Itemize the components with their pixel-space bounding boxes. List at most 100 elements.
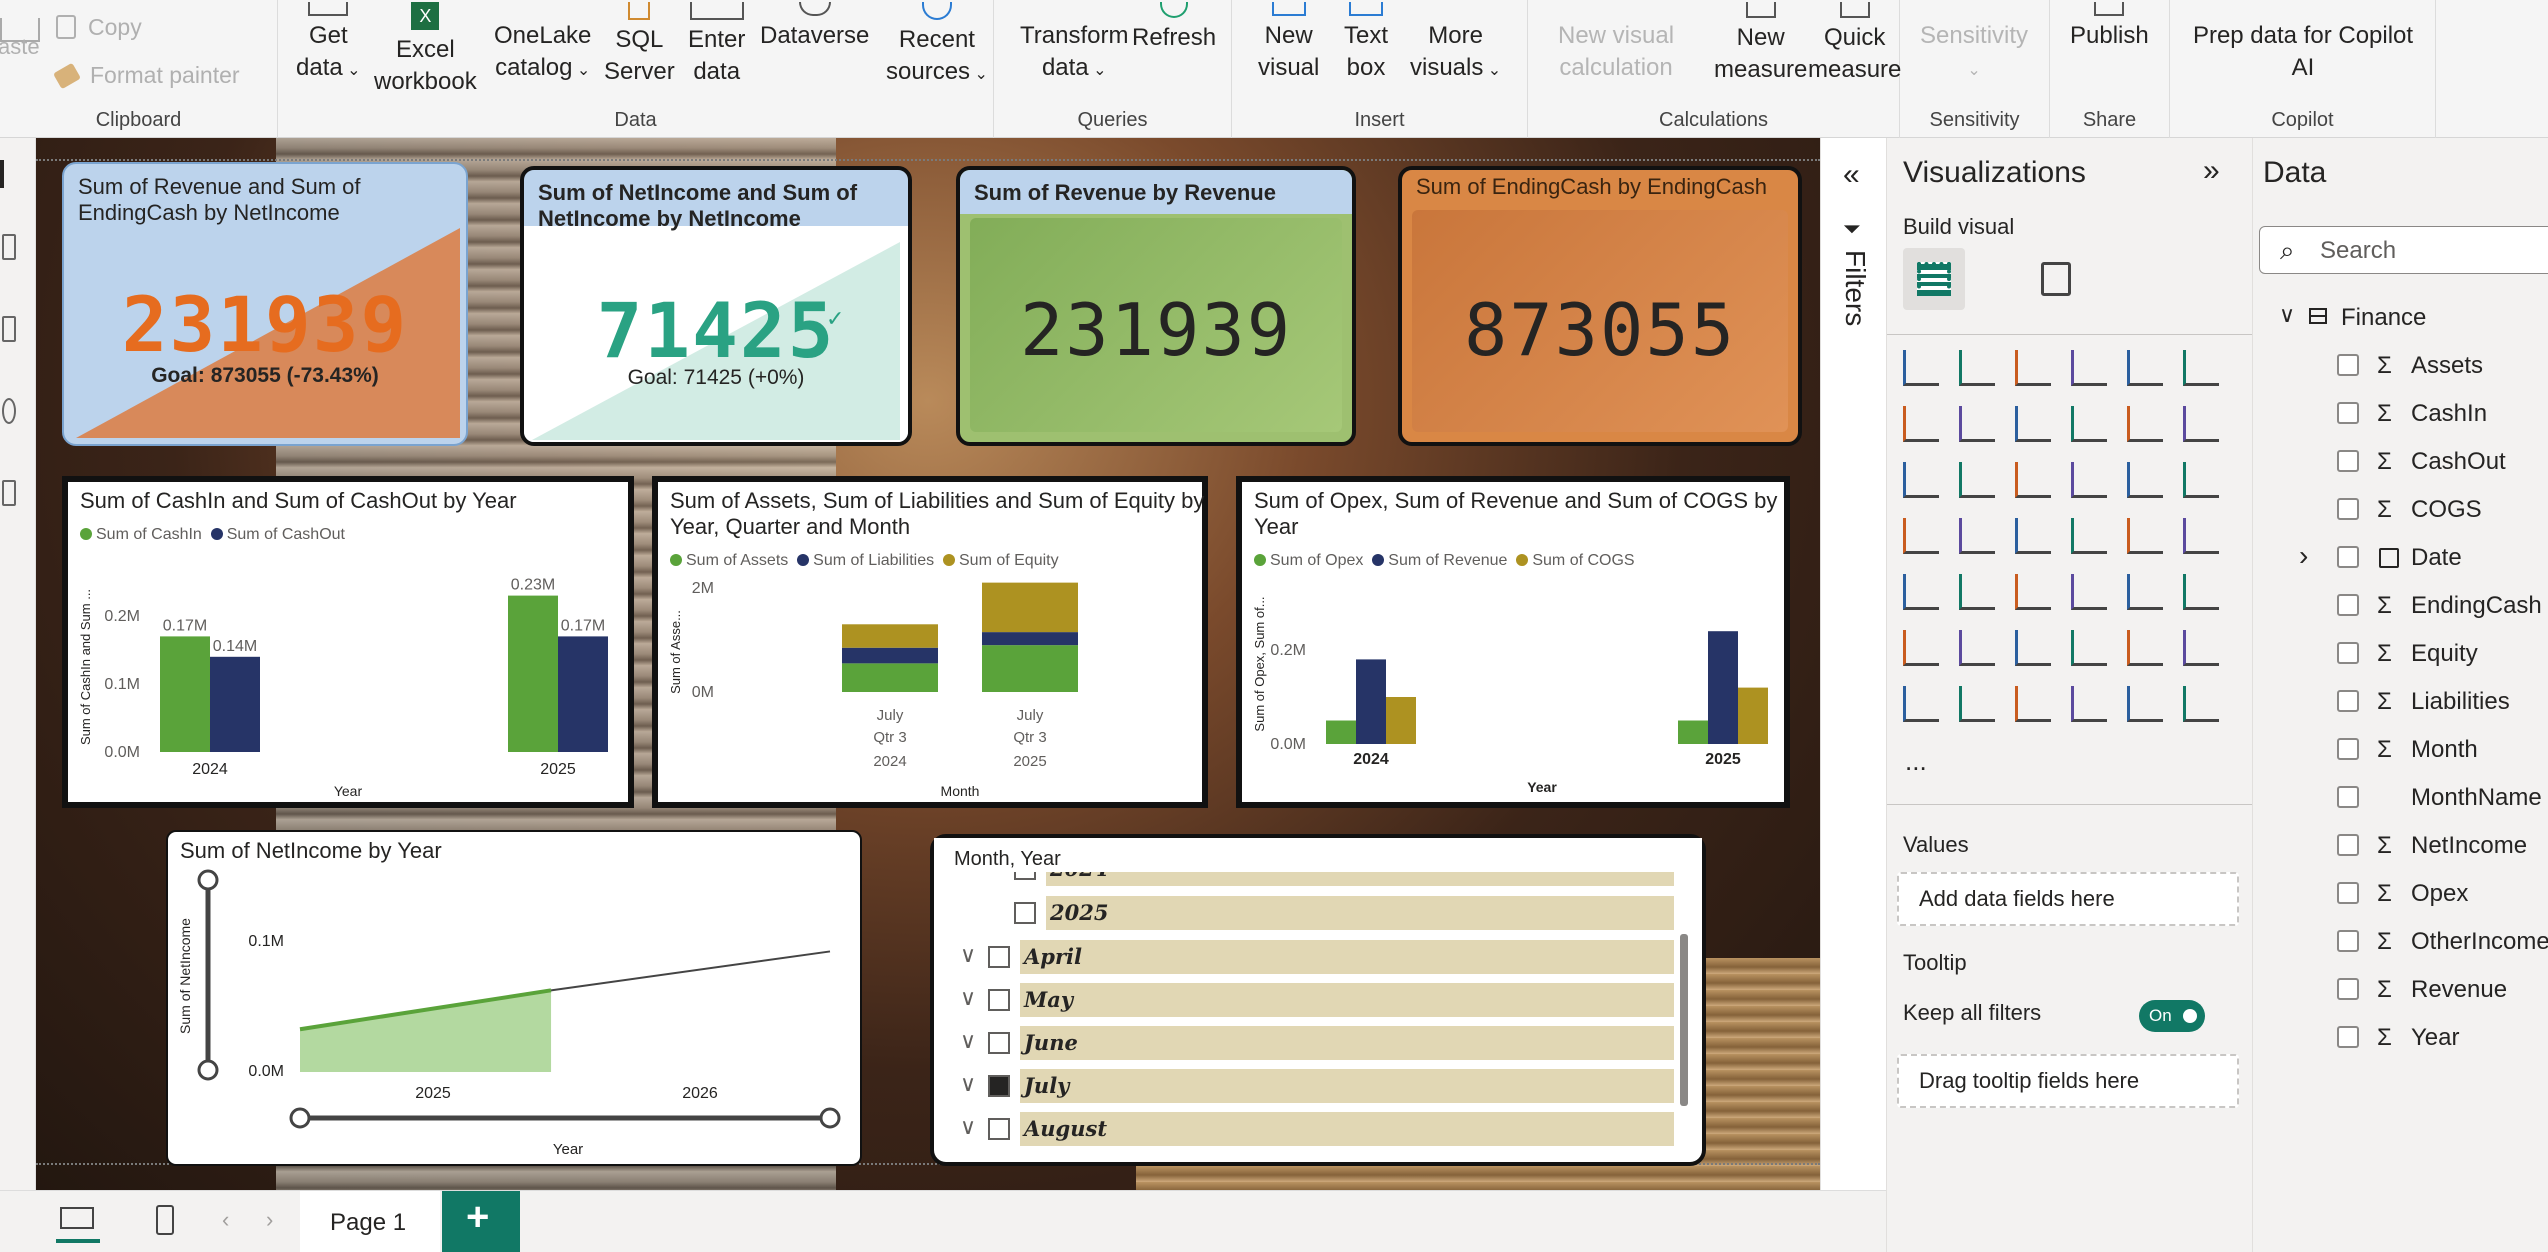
kpi-icon[interactable] [1959, 574, 1995, 610]
field-cogs[interactable]: Σ COGS [2253, 492, 2548, 532]
paginated-report-icon[interactable] [1903, 686, 1939, 722]
line-column-icon[interactable] [2127, 406, 2163, 442]
python-visual-icon[interactable] [1903, 630, 1939, 666]
dataverse-button[interactable]: Dataverse [760, 2, 869, 52]
collapse-left-icon[interactable]: « [1843, 158, 1860, 192]
field-checkbox[interactable] [2337, 498, 2359, 520]
desktop-layout-button[interactable] [56, 1203, 100, 1243]
card-revenue[interactable]: Sum of Revenue by Revenue 231939 [956, 166, 1356, 446]
stacked-column-icon[interactable] [1959, 350, 1995, 386]
checkbox[interactable] [988, 1032, 1010, 1054]
cashin-cashout-chart[interactable]: Sum of CashIn and Sum of CashOut by Year… [62, 476, 634, 808]
publish-button[interactable]: Publish [2070, 2, 2149, 52]
copy-button[interactable]: Copy [56, 14, 142, 41]
sql-server-button[interactable]: SQL Server [604, 2, 675, 88]
narrative-icon[interactable] [2127, 630, 2163, 666]
more-visuals-ellipsis[interactable]: ... [1905, 746, 1927, 777]
field-assets[interactable]: Σ Assets [2253, 348, 2548, 388]
azure-map-icon[interactable] [2071, 518, 2107, 554]
opex-revenue-cogs-chart[interactable]: Sum of Opex, Sum of Revenue and Sum of C… [1236, 476, 1790, 808]
clustered-bar-icon[interactable] [2015, 350, 2051, 386]
chevron-down-icon[interactable]: ∨ [960, 942, 976, 968]
checkbox[interactable] [988, 1118, 1010, 1140]
matrix-icon[interactable] [2127, 574, 2163, 610]
slicer-item-may[interactable]: ∨ May [954, 981, 1674, 1019]
new-visual-calculation-button[interactable]: New visual calculation [1558, 16, 1674, 84]
page-tab-1[interactable]: Page 1 [300, 1191, 440, 1252]
paste-button[interactable]: aste [0, 34, 40, 60]
line-clustered-icon[interactable] [2183, 406, 2219, 442]
tooltip-well[interactable]: Drag tooltip fields here [1897, 1054, 2239, 1108]
field-checkbox[interactable] [2337, 594, 2359, 616]
r-visual-icon[interactable] [2183, 574, 2219, 610]
ribbon-chart-icon[interactable] [1903, 462, 1939, 498]
more-visuals-button[interactable]: More visuals ⌄ [1410, 16, 1501, 87]
field-revenue[interactable]: Σ Revenue [2253, 972, 2548, 1012]
field-checkbox[interactable] [2337, 690, 2359, 712]
pie-chart-icon[interactable] [2127, 462, 2163, 498]
keep-filters-toggle[interactable]: On [2139, 1000, 2205, 1032]
field-year[interactable]: Σ Year [2253, 1020, 2548, 1060]
values-well[interactable]: Add data fields here [1897, 872, 2239, 926]
get-data-button[interactable]: Get data ⌄ [296, 2, 361, 87]
field-checkbox[interactable] [2337, 546, 2359, 568]
filled-map-icon[interactable] [2015, 518, 2051, 554]
build-visual-tab[interactable] [1903, 248, 1965, 310]
100-column-icon[interactable] [2183, 350, 2219, 386]
field-checkbox[interactable] [2337, 354, 2359, 376]
power-automate-icon[interactable] [2015, 686, 2051, 722]
field-checkbox[interactable] [2337, 402, 2359, 424]
chevron-down-icon[interactable]: ∨ [960, 1071, 976, 1097]
onelake-catalog-button[interactable]: OneLake catalog ⌄ [494, 16, 591, 87]
stacked-area-icon[interactable] [2015, 406, 2051, 442]
field-netincome[interactable]: Σ NetIncome [2253, 828, 2548, 868]
checkbox[interactable] [988, 946, 1010, 968]
decomposition-tree-icon[interactable] [2015, 630, 2051, 666]
transform-data-button[interactable]: Transform data ⌄ [1020, 16, 1128, 87]
recent-sources-button[interactable]: Recent sources ⌄ [886, 2, 988, 91]
donut-chart-icon[interactable] [2183, 462, 2219, 498]
slicer-item-june[interactable]: ∨ June [954, 1024, 1674, 1062]
chevron-down-icon[interactable]: ∨ [960, 1028, 976, 1054]
text-box-button[interactable]: Text box [1344, 2, 1388, 84]
table-icon[interactable] [2071, 574, 2107, 610]
waterfall-icon[interactable] [1959, 462, 1995, 498]
key-influencers-icon[interactable] [1959, 630, 1995, 666]
month-year-slicer[interactable]: Month, Year 20242025∨April∨May∨June∨July… [930, 834, 1706, 1166]
field-checkbox[interactable] [2337, 738, 2359, 760]
field-checkbox[interactable] [2337, 1026, 2359, 1048]
scatter-icon[interactable] [2071, 462, 2107, 498]
chevron-icon[interactable] [2183, 686, 2219, 722]
field-date[interactable]: › Date [2253, 540, 2548, 580]
field-cashout[interactable]: Σ CashOut [2253, 444, 2548, 484]
field-opex[interactable]: Σ Opex [2253, 876, 2548, 916]
multirow-card-icon[interactable] [1903, 574, 1939, 610]
assets-liabilities-equity-chart[interactable]: Sum of Assets, Sum of Liabilities and Su… [652, 476, 1208, 808]
new-measure-button[interactable]: New measure [1714, 2, 1807, 86]
netincome-by-year-chart[interactable]: Sum of NetIncome by Year 0.1M 0.0M Sum of … [166, 830, 862, 1166]
treemap-icon[interactable] [1903, 518, 1939, 554]
checkbox[interactable] [1014, 902, 1036, 924]
field-checkbox[interactable] [2337, 786, 2359, 808]
gauge-icon[interactable] [2127, 518, 2163, 554]
power-apps-icon[interactable] [1959, 686, 1995, 722]
map-icon[interactable] [1959, 518, 1995, 554]
stacked-bar-icon[interactable] [1903, 350, 1939, 386]
kpi-card-revenue[interactable]: Sum of Revenue and Sum of EndingCash by … [62, 162, 468, 446]
scroll-right-icon[interactable]: › [266, 1207, 273, 1233]
filters-pane-collapsed[interactable]: « ⏷ Filters [1820, 138, 1886, 1190]
field-checkbox[interactable] [2337, 930, 2359, 952]
table-view-icon[interactable] [2, 234, 16, 260]
checkbox[interactable] [988, 989, 1010, 1011]
card-endingcash[interactable]: Sum of EndingCash by EndingCash 873055 [1398, 166, 1802, 446]
new-visual-button[interactable]: New visual [1258, 2, 1319, 84]
kpi-card-netincome[interactable]: Sum of NetIncome and Sum of NetIncome by… [520, 166, 912, 446]
chevron-down-icon[interactable]: ∨ [960, 985, 976, 1011]
chevron-right-icon[interactable]: › [2299, 540, 2308, 572]
field-liabilities[interactable]: Σ Liabilities [2253, 684, 2548, 724]
field-otherincome[interactable]: Σ OtherIncome [2253, 924, 2548, 964]
checkbox-checked[interactable] [988, 1075, 1010, 1097]
dax-query-icon[interactable] [2, 398, 16, 424]
field-checkbox[interactable] [2337, 642, 2359, 664]
slicer-icon[interactable] [2015, 574, 2051, 610]
